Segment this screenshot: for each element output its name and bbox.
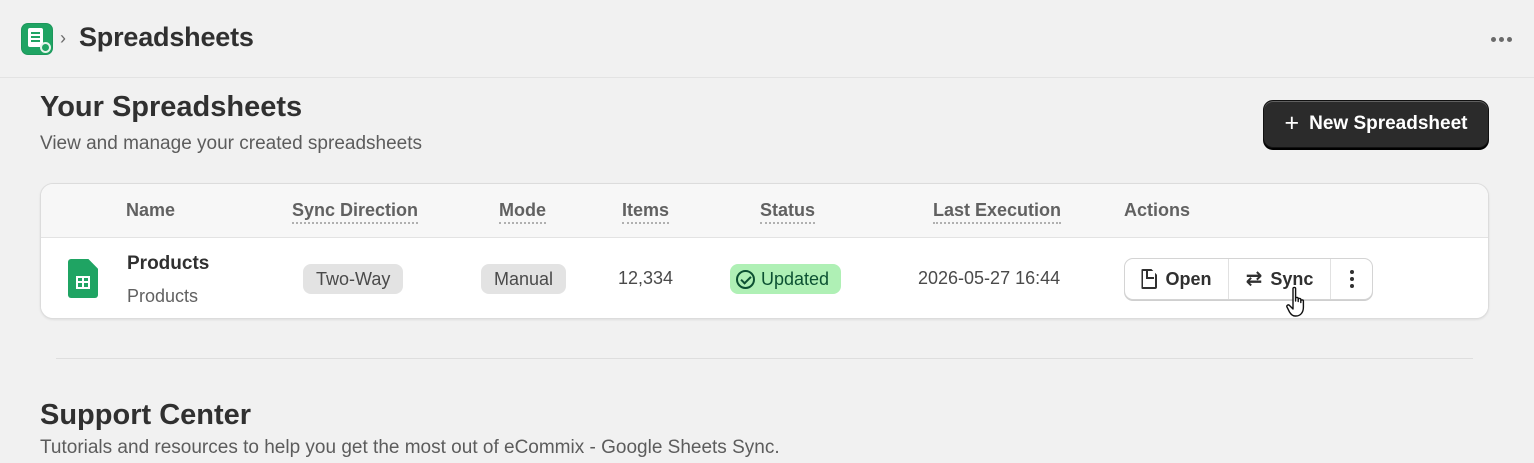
mode-badge: Manual: [481, 264, 567, 294]
status-badge: Updated: [730, 264, 842, 294]
support-center-subtitle: Tutorials and resources to help you get …: [40, 437, 780, 458]
column-header-items[interactable]: Items: [622, 200, 670, 224]
breadcrumb-chevron-icon: ›: [60, 28, 66, 48]
table-header: Name Sync Direction Mode Items Status La…: [41, 184, 1488, 238]
new-spreadsheet-label: New Spreadsheet: [1309, 113, 1468, 134]
dot-icon: [1349, 277, 1354, 281]
new-spreadsheet-button[interactable]: + New Spreadsheet: [1263, 100, 1489, 148]
file-icon: [1141, 269, 1158, 289]
hand-pointer-cursor-icon: [1286, 286, 1305, 317]
row-actions-group: Open ⇄ Sync: [1124, 258, 1373, 300]
dot-icon: [1490, 36, 1496, 42]
page-more-actions-button[interactable]: [1484, 26, 1518, 52]
status-label: Updated: [761, 268, 830, 289]
column-header-sync-direction[interactable]: Sync Direction: [292, 200, 419, 224]
spreadsheets-table: Name Sync Direction Mode Items Status La…: [40, 183, 1489, 319]
sync-direction-badge: Two-Way: [303, 264, 404, 294]
plus-icon: +: [1284, 108, 1300, 137]
column-header-last-execution[interactable]: Last Execution: [933, 200, 1062, 224]
spreadsheet-name[interactable]: Products: [127, 253, 209, 275]
open-label: Open: [1165, 268, 1212, 289]
dot-icon: [1349, 270, 1354, 274]
page-title: Spreadsheets: [79, 22, 254, 52]
section-title: Your Spreadsheets: [40, 91, 303, 123]
gear-glyph: [40, 42, 51, 53]
column-header-name: Name: [126, 200, 176, 220]
items-count: 12,334: [618, 268, 674, 288]
column-header-actions: Actions: [1124, 200, 1191, 220]
dot-icon: [1498, 36, 1504, 42]
app-icon[interactable]: [21, 23, 53, 55]
last-execution-time: 2026-05-27 16:44: [918, 268, 1061, 288]
dot-icon: [1349, 284, 1354, 288]
sync-arrows-icon: ⇄: [1245, 268, 1263, 290]
open-button[interactable]: Open: [1125, 259, 1229, 299]
dot-icon: [1506, 36, 1512, 42]
check-circle-icon: [736, 269, 755, 289]
spreadsheet-subname: Products: [127, 286, 199, 306]
table-row[interactable]: Products Products Two-Way Manual 12,334 …: [41, 239, 1488, 318]
support-center-title: Support Center: [40, 399, 252, 431]
top-bar: › Spreadsheets: [0, 0, 1534, 78]
sheet-grid-glyph: [76, 276, 90, 289]
section-divider: [56, 358, 1473, 359]
column-header-status[interactable]: Status: [760, 200, 816, 224]
google-sheets-file-icon: [68, 259, 98, 298]
section-subtitle: View and manage your created spreadsheet…: [40, 133, 423, 154]
row-more-actions-button[interactable]: [1331, 259, 1372, 299]
sync-button[interactable]: ⇄ Sync: [1229, 259, 1331, 299]
column-header-mode[interactable]: Mode: [499, 200, 546, 224]
